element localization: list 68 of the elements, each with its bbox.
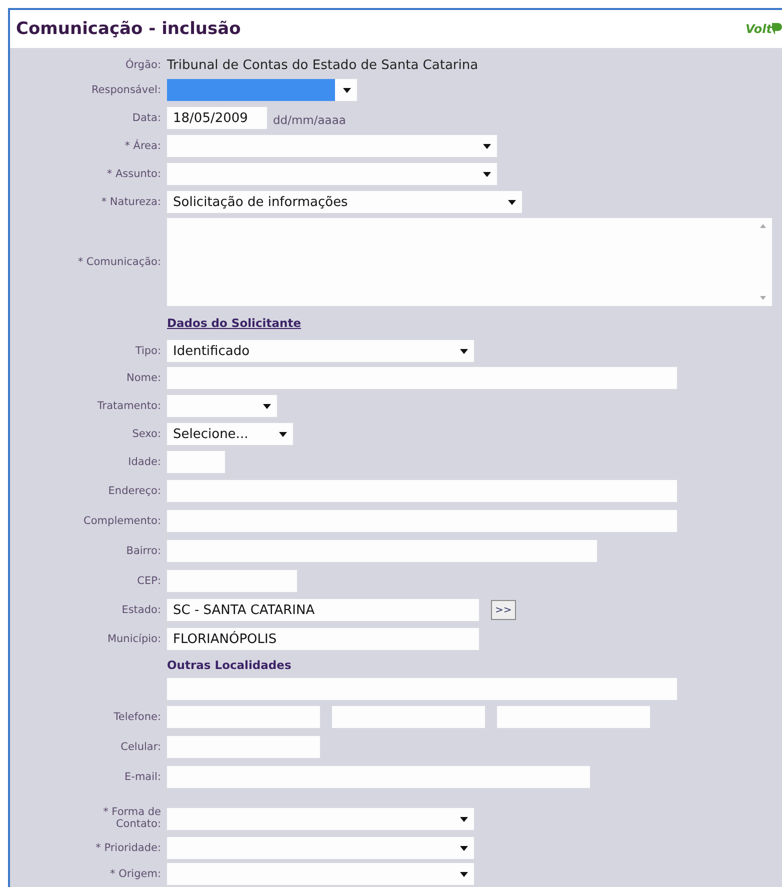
expand-button[interactable]: >> — [491, 600, 516, 620]
dropdown-field[interactable] — [167, 163, 497, 185]
field-label: Responsável: — [91, 84, 161, 96]
dropdown-caret-icon — [508, 200, 516, 204]
dropdown-field[interactable]: Identificado — [167, 340, 474, 362]
field-label: Tipo: — [135, 345, 161, 357]
dropdown-caret-icon — [343, 88, 351, 92]
dropdown-caret-icon — [483, 144, 491, 148]
input-field[interactable] — [167, 678, 677, 700]
field-label: Município: — [107, 633, 161, 645]
field-label: Tratamento: — [97, 400, 161, 412]
section-heading-link[interactable]: Dados do Solicitante — [167, 316, 301, 330]
input-field[interactable]: 18/05/2009 — [167, 107, 267, 129]
field-label: * Natureza: — [101, 196, 161, 208]
field-label: * Origem: — [110, 868, 161, 880]
dropdown-caret-icon — [263, 404, 271, 408]
text-area[interactable] — [167, 218, 772, 306]
field-label: Bairro: — [126, 545, 161, 557]
dropdown-field[interactable] — [167, 79, 357, 101]
field-label: Estado: — [122, 604, 161, 616]
field-label: Sexo: — [132, 428, 161, 440]
page-title: Comunicação - inclusão — [16, 19, 241, 39]
dropdown-field[interactable] — [167, 808, 474, 830]
field-label: Órgão: — [126, 59, 161, 71]
field-label: Endereço: — [108, 485, 161, 497]
field-label: CEP: — [137, 575, 161, 587]
dropdown-field[interactable] — [167, 135, 497, 157]
field-label: * Forma de Contato: — [102, 806, 161, 830]
input-field[interactable] — [167, 480, 677, 502]
field-label: Data: — [132, 112, 161, 124]
input-field[interactable] — [167, 736, 320, 758]
input-field[interactable]: FLORIANÓPOLIS — [167, 628, 479, 650]
dropdown-caret-icon — [460, 348, 468, 354]
dropdown-field[interactable]: Solicitação de informações — [167, 191, 522, 213]
input-field[interactable]: SC - SANTA CATARINA — [167, 599, 479, 621]
input-field[interactable] — [167, 570, 297, 592]
field-label: Idade: — [128, 456, 161, 468]
field-label: Complemento: — [84, 515, 161, 527]
input-field[interactable] — [167, 510, 677, 532]
dropdown-caret-icon — [279, 432, 287, 436]
field-label: * Assunto: — [106, 168, 161, 180]
field-label: E-mail: — [124, 771, 161, 783]
input-field[interactable] — [167, 540, 597, 562]
back-link[interactable]: Volt — [745, 21, 782, 37]
field-label: Telefone: — [114, 711, 161, 723]
field-label: * Comunicação: — [78, 256, 161, 268]
field-label: * Prioridade: — [96, 842, 161, 854]
field-label: Nome: — [126, 372, 161, 384]
dropdown-caret-icon — [460, 846, 468, 850]
dropdown-field[interactable] — [167, 395, 277, 417]
input-field[interactable] — [167, 706, 320, 728]
dropdown-caret-icon — [460, 872, 468, 876]
input-field[interactable] — [332, 706, 485, 728]
section-heading: Outras Localidades — [167, 658, 292, 672]
date-format-hint: dd/mm/aaaa — [273, 112, 346, 127]
dropdown-caret-icon — [483, 172, 491, 176]
field-value: Tribunal de Contas do Estado de Santa Catarina — [167, 58, 478, 72]
input-field[interactable] — [167, 367, 677, 389]
input-field[interactable] — [167, 766, 590, 788]
field-label: * Área: — [124, 140, 161, 152]
dropdown-field[interactable]: Selecione... — [167, 423, 293, 445]
dropdown-field[interactable] — [167, 837, 474, 859]
field-label: Celular: — [120, 741, 161, 753]
input-field[interactable] — [497, 706, 650, 728]
scroll-arrows-icon — [760, 222, 766, 302]
dropdown-caret-icon — [460, 816, 468, 822]
dropdown-field[interactable] — [167, 863, 474, 885]
input-field[interactable] — [167, 451, 225, 473]
